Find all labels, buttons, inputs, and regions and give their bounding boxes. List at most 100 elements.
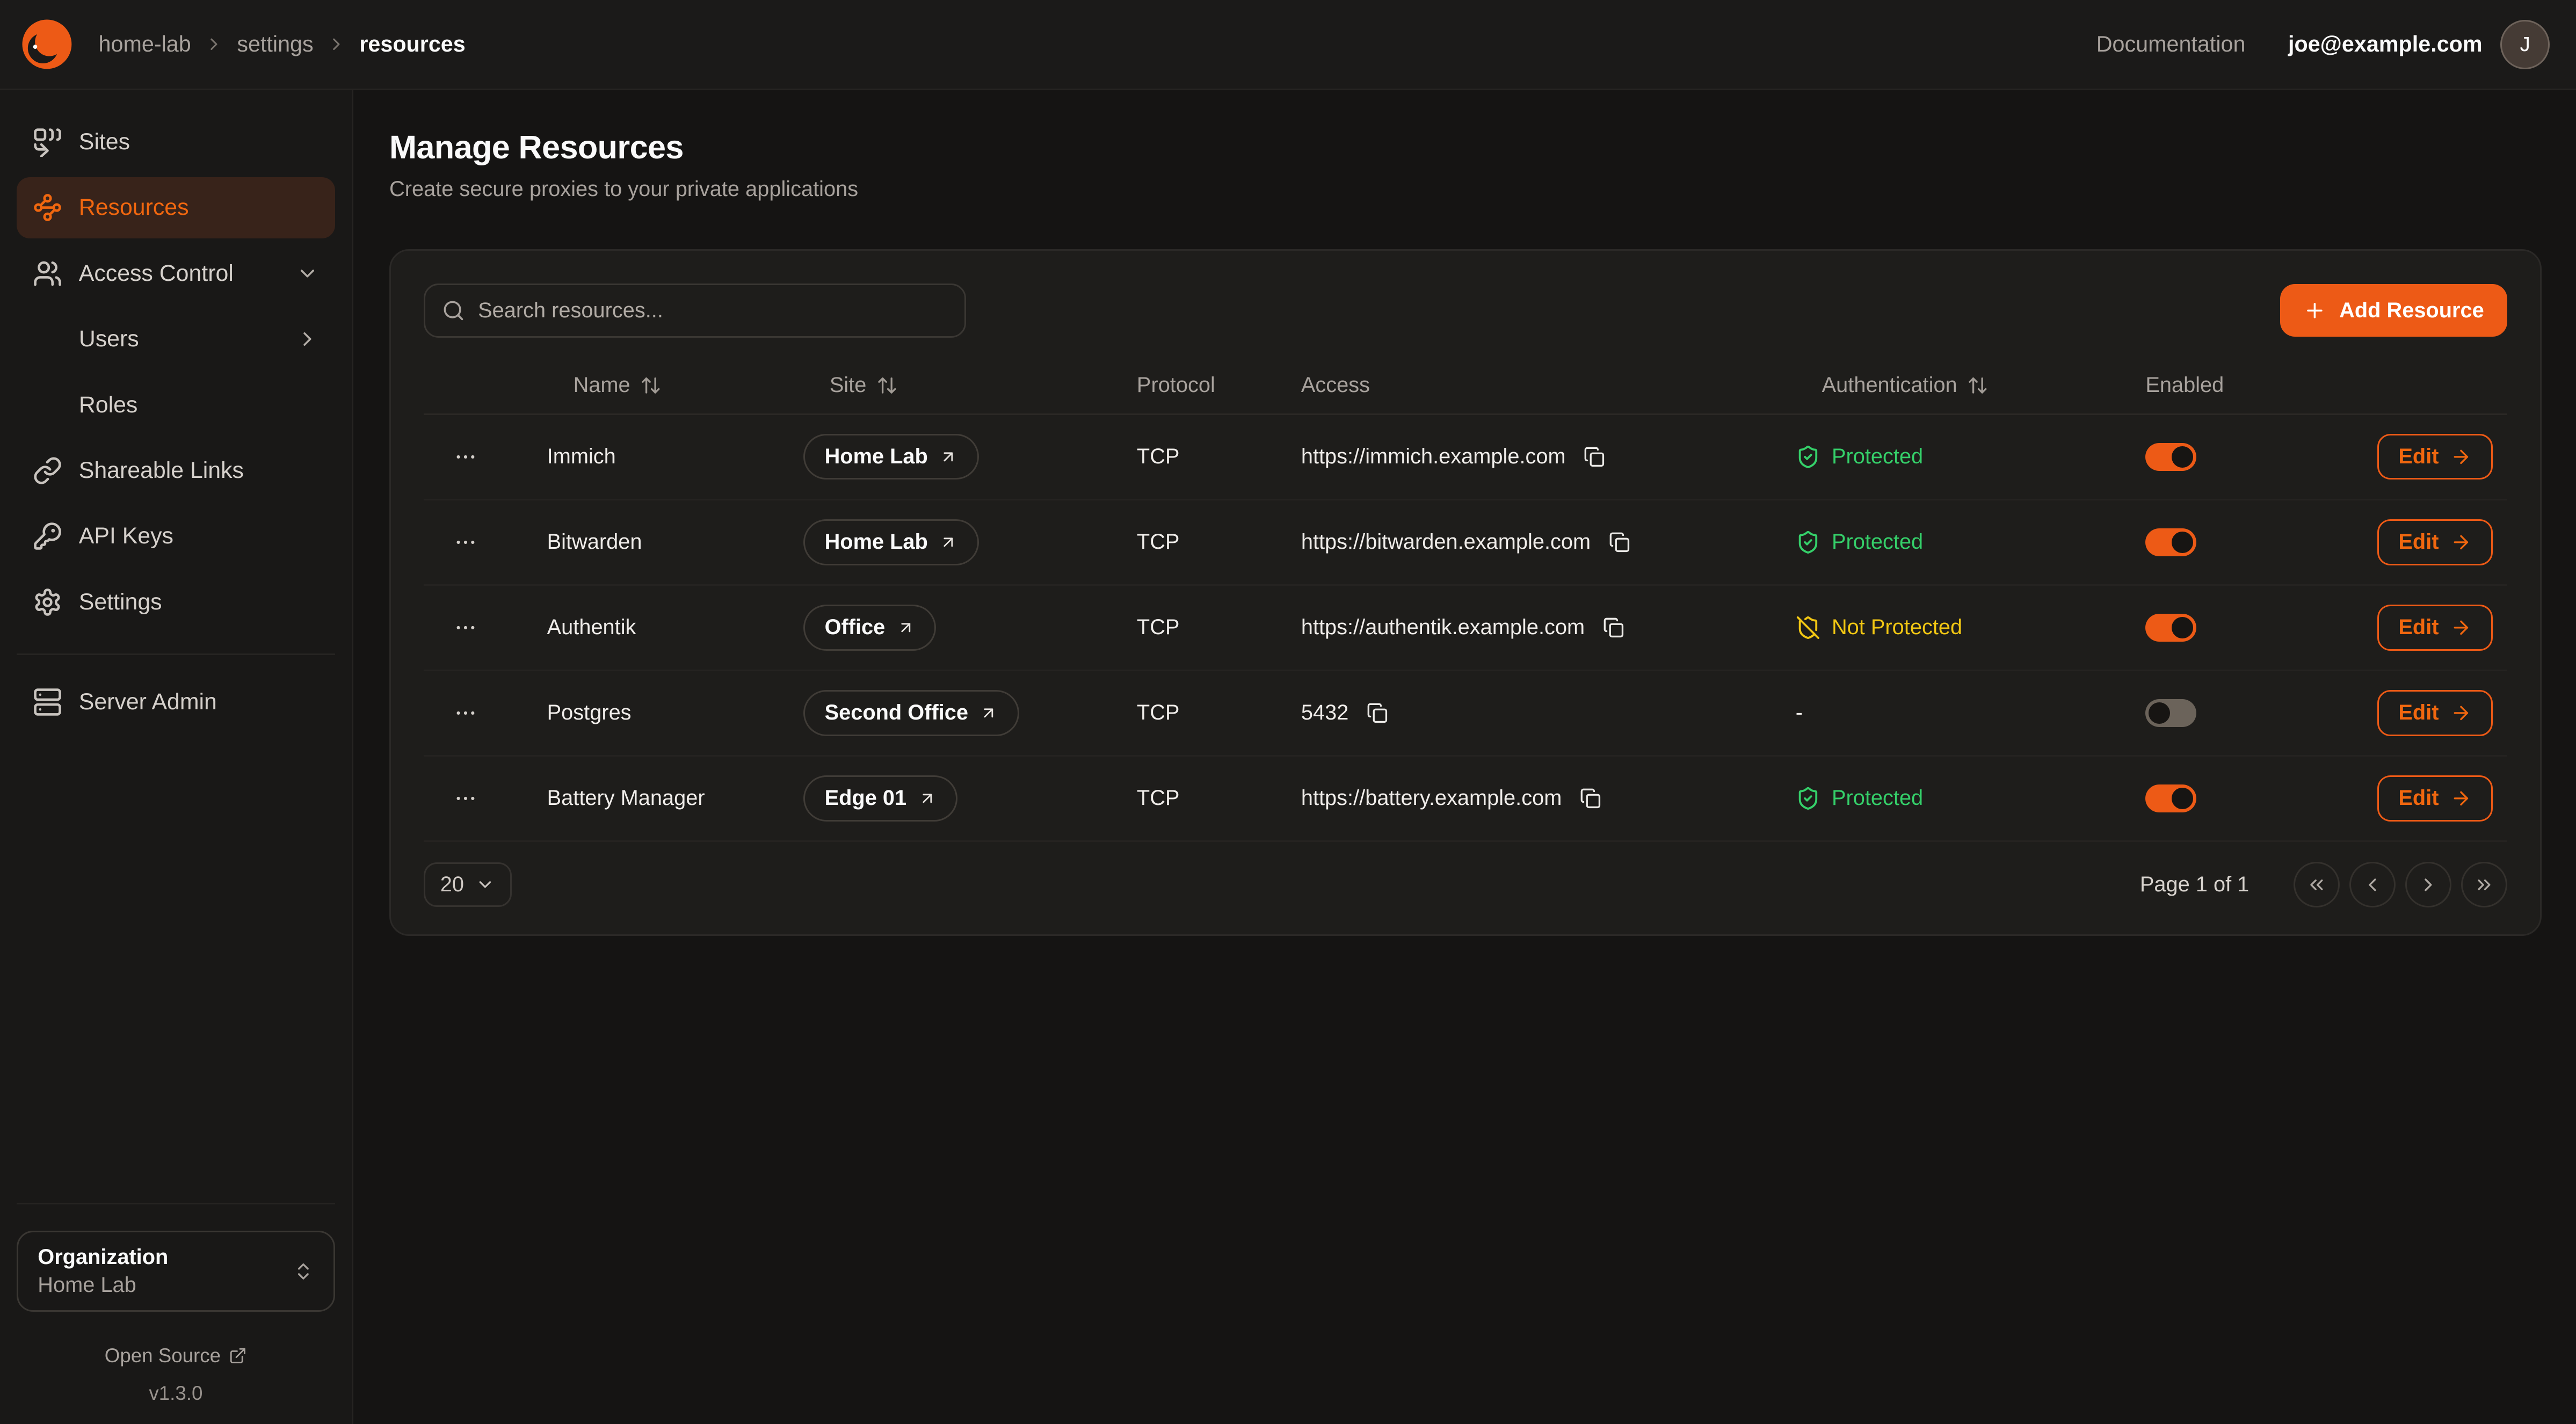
gear-icon: [33, 587, 62, 617]
edit-button[interactable]: Edit: [2377, 690, 2493, 736]
edit-button[interactable]: Edit: [2377, 434, 2493, 480]
breadcrumb: home-lab settings resources: [99, 32, 466, 57]
add-resource-button[interactable]: Add Resource: [2280, 284, 2507, 337]
edit-button[interactable]: Edit: [2377, 775, 2493, 822]
edit-button[interactable]: Edit: [2377, 605, 2493, 651]
copy-icon: [1603, 617, 1624, 638]
enabled-toggle[interactable]: [2145, 784, 2196, 812]
table-row: Bitwarden Home Lab TCP https://bitwarden…: [424, 500, 2507, 586]
resource-name: Authentik: [507, 615, 764, 640]
chevron-down-icon: [296, 262, 319, 285]
site-name: Office: [825, 615, 886, 640]
enabled-toggle[interactable]: [2145, 699, 2196, 727]
sidebar-item-shareable-links[interactable]: Shareable Links: [17, 440, 336, 501]
resource-protocol: TCP: [1098, 615, 1262, 640]
sidebar-item-label: Server Admin: [79, 689, 217, 715]
enabled-toggle[interactable]: [2145, 528, 2196, 556]
copy-button[interactable]: [1580, 443, 1608, 471]
first-page-button[interactable]: [2294, 862, 2340, 908]
ellipsis-icon: [453, 786, 478, 811]
ellipsis-icon: [453, 445, 478, 469]
sidebar-item-resources[interactable]: Resources: [17, 177, 336, 238]
row-actions-menu-button[interactable]: [447, 694, 484, 732]
sidebar-item-users[interactable]: Users: [17, 309, 336, 369]
user-email[interactable]: joe@example.com: [2288, 32, 2483, 57]
arrow-right-icon: [2450, 702, 2472, 724]
table-header: Name Site Protocol Access Authentication…: [424, 358, 2507, 415]
breadcrumb-settings[interactable]: settings: [237, 32, 313, 57]
resource-protocol: TCP: [1098, 445, 1262, 469]
sidebar-item-settings[interactable]: Settings: [17, 572, 336, 633]
documentation-link[interactable]: Documentation: [2096, 32, 2246, 57]
arrow-right-icon: [2450, 788, 2472, 809]
edit-label: Edit: [2398, 701, 2439, 725]
pangolin-logo-icon[interactable]: [21, 19, 72, 70]
sidebar-item-access-control[interactable]: Access Control: [17, 243, 336, 304]
site-link-badge[interactable]: Office: [803, 605, 936, 651]
search-input[interactable]: [478, 299, 948, 323]
arrow-up-right-icon: [979, 704, 998, 722]
sidebar-item-sites[interactable]: Sites: [17, 112, 336, 172]
edit-button[interactable]: Edit: [2377, 519, 2493, 565]
resource-access-url: https://battery.example.com: [1301, 786, 1562, 810]
site-name: Home Lab: [825, 445, 928, 469]
chevron-right-icon: [326, 34, 346, 54]
ellipsis-icon: [453, 701, 478, 725]
avatar-initial: J: [2520, 33, 2530, 56]
page-size-select[interactable]: 20: [424, 862, 511, 907]
page-subtitle: Create secure proxies to your private ap…: [389, 177, 2542, 201]
auth-cell: -: [1782, 701, 2106, 725]
breadcrumb-org[interactable]: home-lab: [99, 32, 191, 57]
row-actions-menu-button[interactable]: [447, 524, 484, 561]
copy-button[interactable]: [1363, 699, 1391, 727]
open-source-label: Open Source: [105, 1345, 221, 1367]
copy-button[interactable]: [1606, 528, 1634, 556]
enabled-toggle[interactable]: [2145, 443, 2196, 471]
sidebar: Sites Resources Access Control Users Rol…: [0, 90, 353, 1424]
arrow-up-right-icon: [939, 533, 957, 551]
column-label: Access: [1301, 373, 1370, 397]
site-link-badge[interactable]: Home Lab: [803, 434, 979, 480]
column-header-authentication[interactable]: Authentication: [1782, 373, 2106, 397]
arrow-right-icon: [2450, 532, 2472, 553]
site-link-badge[interactable]: Edge 01: [803, 775, 957, 822]
app-window: home-lab settings resources Documentatio…: [0, 0, 2576, 1424]
open-source-link[interactable]: Open Source: [17, 1345, 336, 1367]
copy-button[interactable]: [1600, 614, 1628, 642]
enabled-toggle[interactable]: [2145, 614, 2196, 642]
auth-cell: Protected: [1782, 786, 2106, 811]
resources-card: Add Resource Name Site Protocol Access: [389, 249, 2542, 936]
sidebar-item-label: API Keys: [79, 523, 173, 549]
org-selector[interactable]: Organization Home Lab: [17, 1231, 336, 1312]
search-icon: [442, 299, 465, 322]
table-row: Authentik Office TCP https://authentik.e…: [424, 586, 2507, 671]
arrow-up-right-icon: [897, 619, 915, 637]
auth-status-label: Protected: [1832, 445, 1923, 469]
sidebar-item-api-keys[interactable]: API Keys: [17, 506, 336, 566]
sidebar-item-server-admin[interactable]: Server Admin: [17, 672, 336, 732]
top-bar: home-lab settings resources Documentatio…: [0, 0, 2576, 90]
version-label: v1.3.0: [17, 1382, 336, 1405]
row-actions-menu-button[interactable]: [447, 609, 484, 646]
previous-page-button[interactable]: [2349, 862, 2396, 908]
column-header-name[interactable]: Name: [507, 373, 764, 397]
site-link-badge[interactable]: Home Lab: [803, 519, 979, 565]
copy-button[interactable]: [1577, 784, 1605, 812]
sort-icon: [640, 375, 662, 396]
link-icon: [33, 456, 62, 485]
next-page-button[interactable]: [2405, 862, 2451, 908]
sidebar-item-label: Settings: [79, 589, 162, 615]
row-actions-menu-button[interactable]: [447, 438, 484, 475]
resource-name: Battery Manager: [507, 786, 764, 810]
last-page-button[interactable]: [2461, 862, 2507, 908]
sidebar-item-roles[interactable]: Roles: [17, 374, 336, 435]
row-actions-menu-button[interactable]: [447, 780, 484, 817]
avatar[interactable]: J: [2500, 20, 2550, 69]
column-header-site[interactable]: Site: [764, 373, 1097, 397]
auth-cell: Not Protected: [1782, 615, 2106, 640]
column-label: Name: [574, 373, 630, 397]
sidebar-footer: Organization Home Lab Open Source v1.3.0: [17, 1203, 336, 1405]
column-label: Enabled: [2145, 373, 2224, 397]
site-link-badge[interactable]: Second Office: [803, 690, 1019, 736]
search-box: [424, 284, 966, 338]
